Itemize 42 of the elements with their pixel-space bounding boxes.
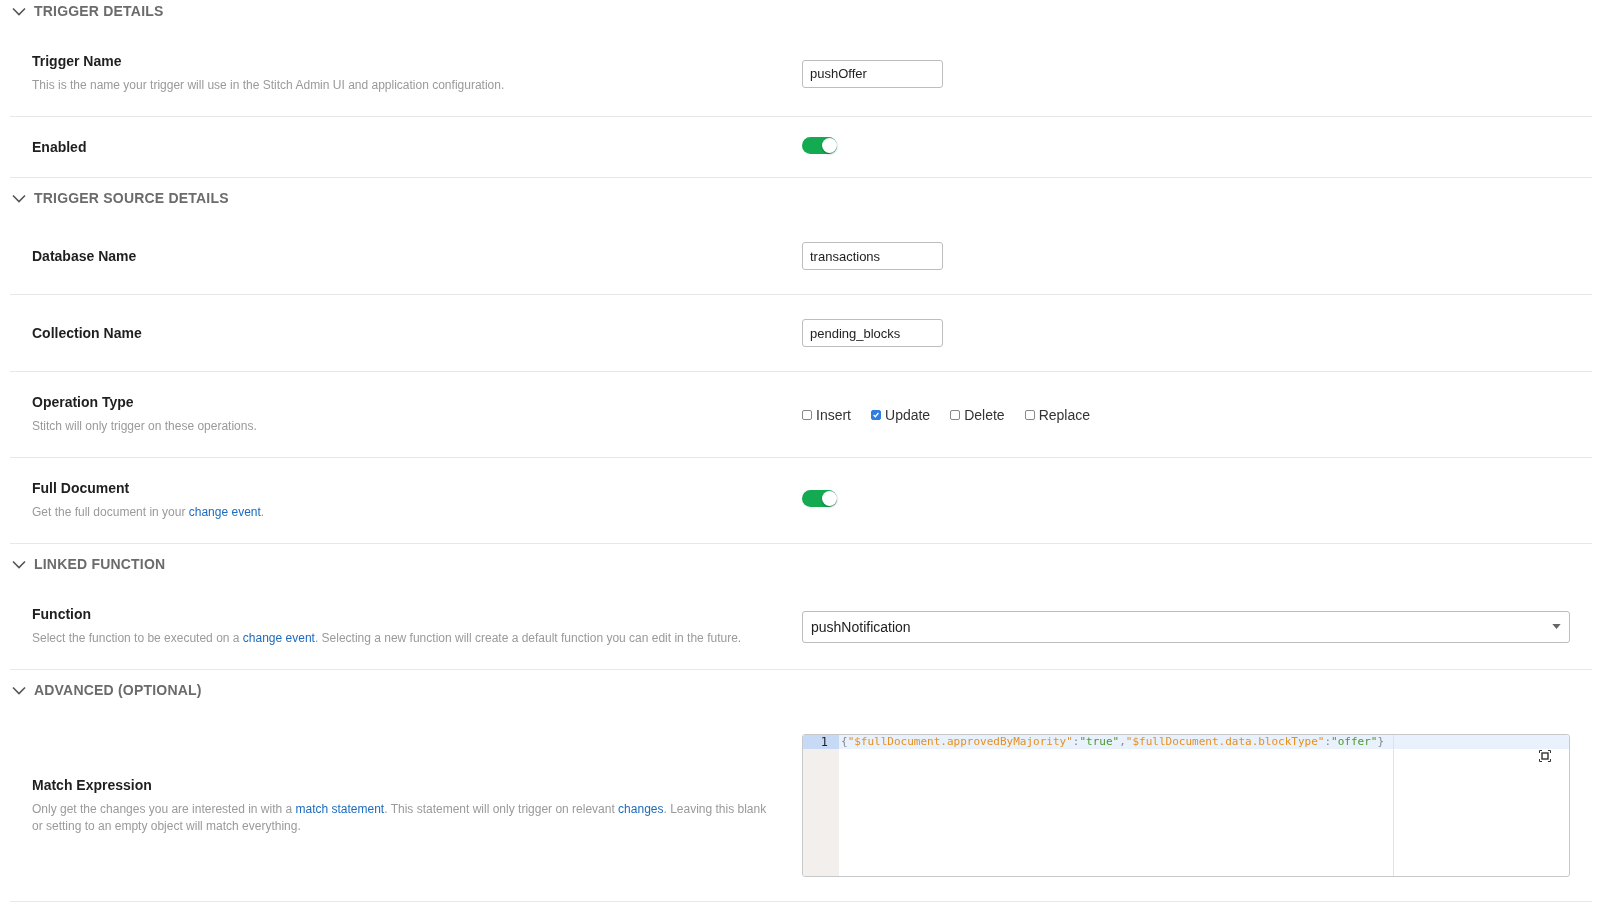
text-field[interactable]: pushOffer (802, 59, 943, 88)
chevron-icon[interactable] (12, 193, 26, 203)
help-link[interactable]: change event (242, 631, 315, 645)
chevron-icon[interactable] (12, 685, 26, 695)
checkbox-label: Update (885, 406, 931, 423)
checkbox[interactable] (871, 409, 881, 420)
toggle-switch[interactable] (802, 490, 837, 507)
setting-label: Operation Type (32, 394, 135, 410)
line-number: 1 (803, 735, 839, 749)
section-title: LINKED FUNCTION (34, 556, 166, 572)
text-field[interactable]: transactions (802, 242, 943, 270)
setting-label: Function (32, 606, 93, 622)
checkbox-label: Delete (964, 406, 1005, 423)
toggle-switch[interactable] (802, 136, 837, 154)
setting-description: Only get the changes you are interested in with a match statement. This statement will only trigger on relevant changes. Leaving this blank or setting to an empty object will match everything. (32, 800, 768, 835)
section-title: ADVANCED (OPTIONAL) (34, 682, 202, 698)
setting-label: Enabled (32, 139, 88, 155)
section-title: TRIGGER DETAILS (34, 3, 164, 19)
setting-description: This is the name your trigger will use in the Stitch Admin UI and application configuration. (32, 77, 506, 94)
function-dropdown[interactable]: pushNotification (802, 610, 1570, 643)
setting-description: Get the full document in your change event. (32, 504, 266, 521)
checkbox[interactable] (802, 409, 812, 420)
chevron-icon[interactable] (12, 559, 26, 569)
section-title: TRIGGER SOURCE DETAILS (34, 190, 229, 206)
setting-label: Database Name (32, 248, 138, 264)
setting-label: Full Document (32, 480, 131, 496)
checkbox-label: Insert (816, 406, 851, 423)
code-editor[interactable]: 1 {"$fullDocument.approvedByMajority":"true","$fullDocument.data.blockType":"offer"} (802, 734, 1570, 877)
checkbox[interactable] (1024, 409, 1035, 420)
setting-label: Match Expression (32, 776, 153, 793)
chevron-icon[interactable] (12, 6, 26, 16)
caret-icon (1552, 624, 1561, 629)
setting-description: Select the function to be executed on a change event. Selecting a new function will create a default function you can edit in the future. (32, 630, 743, 647)
help-link[interactable]: change event (188, 505, 261, 519)
setting-label: Trigger Name (32, 53, 123, 69)
setting-label: Collection Name (32, 325, 143, 341)
checkbox-label: Replace (1038, 406, 1090, 423)
fullscreen-icon[interactable] (1539, 750, 1551, 762)
dropdown-value: pushNotification (811, 618, 911, 635)
checkbox[interactable] (950, 409, 961, 420)
setting-description: Stitch will only trigger on these operations. (32, 418, 258, 435)
text-field[interactable]: pending_blocks (802, 319, 943, 347)
